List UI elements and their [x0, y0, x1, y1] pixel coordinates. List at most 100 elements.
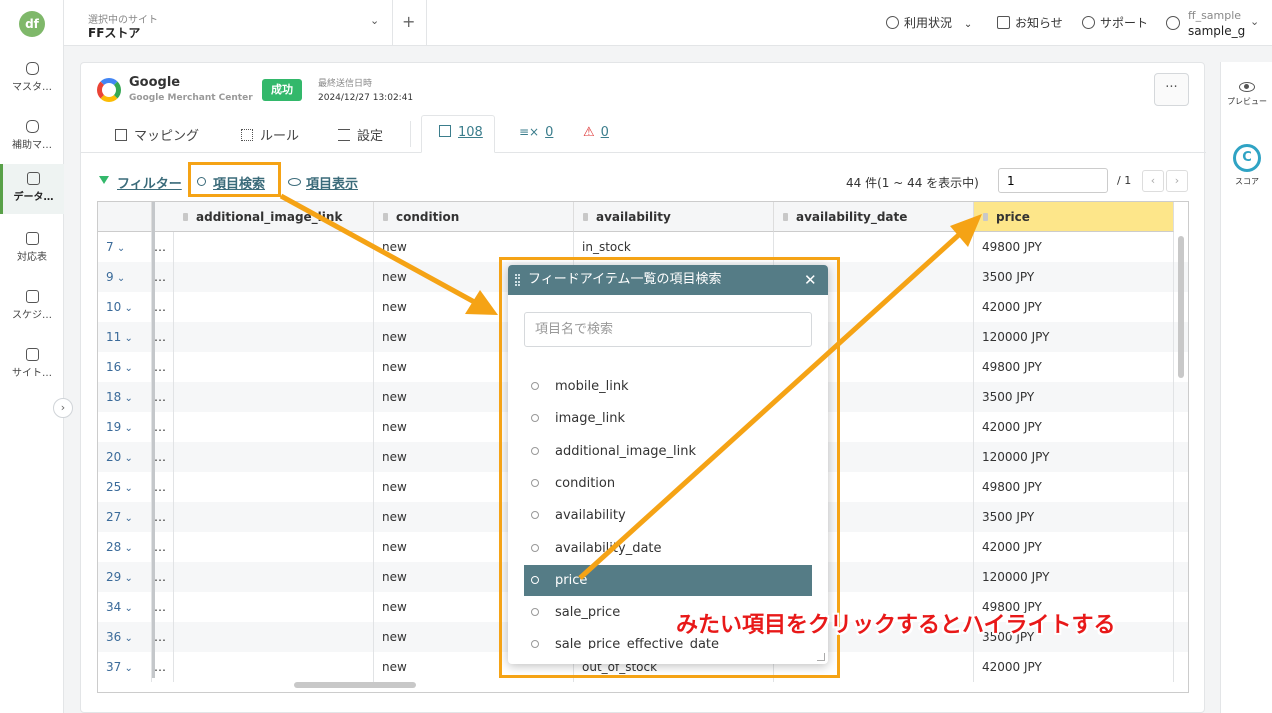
user-name[interactable]: sample_g [1188, 24, 1245, 38]
usage-label: 利用状況 [904, 16, 953, 30]
pin-icon[interactable] [583, 213, 588, 221]
add-site-button[interactable]: + [402, 12, 415, 31]
row-number[interactable]: 11 ⌄ [98, 322, 152, 352]
chevron-down-icon[interactable]: ⌄ [121, 333, 132, 344]
collapsed-cell: … [152, 262, 174, 292]
support-link[interactable]: サポート [1082, 14, 1148, 31]
chevron-down-icon[interactable]: ⌄ [121, 603, 132, 614]
row-id: 9 [106, 270, 114, 284]
row-number[interactable]: 25 ⌄ [98, 472, 152, 502]
row-number[interactable]: 37 ⌄ [98, 652, 152, 682]
nav-item-1[interactable]: 補助マ… [0, 112, 64, 162]
row-number[interactable]: 9 ⌄ [98, 262, 152, 292]
pin-icon[interactable] [183, 213, 188, 221]
chevron-down-icon[interactable]: ⌄ [121, 393, 132, 404]
chevron-down-icon[interactable]: ⌄ [121, 363, 132, 374]
collapsed-cell: … [152, 472, 174, 502]
row-number[interactable]: 16 ⌄ [98, 352, 152, 382]
collapsed-cell: … [152, 292, 174, 322]
column-header[interactable]: condition [374, 202, 574, 232]
tab-items[interactable]: 108 [439, 125, 483, 140]
chevron-down-icon[interactable]: ⌄ [114, 243, 125, 254]
check-list-icon [439, 125, 451, 137]
row-number[interactable]: 7 ⌄ [98, 232, 152, 262]
chevron-down-icon[interactable]: ⌄ [121, 573, 132, 584]
column-header-label: condition [396, 210, 460, 224]
row-number[interactable]: 34 ⌄ [98, 592, 152, 622]
chevron-down-icon[interactable]: ⌄ [121, 453, 132, 464]
cell-additional-image-link [174, 322, 374, 352]
tab-rule[interactable]: ルール [241, 125, 299, 144]
tab-mapping[interactable]: マッピング [115, 125, 199, 144]
field-display-link[interactable]: 項目表示 [306, 173, 358, 192]
collapsed-cell: … [152, 232, 174, 262]
pin-icon[interactable] [783, 213, 788, 221]
nav-item-label: 対応表 [17, 252, 47, 263]
chevron-down-icon[interactable]: ⌄ [370, 14, 379, 27]
sidebar-toggle-button[interactable]: › [53, 398, 73, 418]
nav-item-4[interactable]: スケジ… [0, 282, 64, 332]
row-id: 37 [106, 660, 122, 674]
chevron-down-icon[interactable]: ⌄ [1250, 15, 1259, 28]
nav-item-3[interactable]: 対応表 [0, 224, 64, 274]
nav-item-5[interactable]: サイト… [0, 340, 64, 390]
cell-price: 120000 JPY [974, 322, 1174, 352]
news-link[interactable]: お知らせ [997, 14, 1063, 31]
column-header[interactable]: additional_image_link [174, 202, 374, 232]
chevron-down-icon[interactable]: ⌄ [121, 303, 132, 314]
nav-item-0[interactable]: マスタ… [0, 54, 64, 104]
collapsed-cell: … [152, 442, 174, 472]
chevron-down-icon[interactable]: ⌄ [121, 423, 132, 434]
row-number[interactable]: 29 ⌄ [98, 562, 152, 592]
horizontal-scrollbar[interactable] [294, 682, 416, 688]
collapsed-column-header[interactable] [152, 202, 175, 232]
tab-excluded[interactable]: ≡× 0 [519, 125, 553, 140]
row-number[interactable]: 10 ⌄ [98, 292, 152, 322]
cell-price: 120000 JPY [974, 562, 1174, 592]
preview-button[interactable]: プレビュー [1221, 82, 1272, 107]
column-header[interactable]: price [974, 202, 1174, 232]
pin-icon[interactable] [983, 213, 988, 221]
usage-menu[interactable]: 利用状況 ⌄ [886, 14, 972, 31]
site-selector[interactable]: FFストア [88, 24, 140, 41]
user-icon[interactable] [1166, 16, 1180, 30]
nav-item-2[interactable]: データ… [0, 164, 64, 214]
document-icon [27, 172, 40, 185]
more-menu-button[interactable]: ··· [1154, 73, 1189, 106]
vertical-scrollbar[interactable] [1178, 236, 1184, 378]
app-logo[interactable]: df [19, 11, 45, 37]
pin-icon[interactable] [383, 213, 388, 221]
filter-link[interactable]: フィルター [117, 173, 182, 192]
row-number[interactable]: 20 ⌄ [98, 442, 152, 472]
cell-price: 42000 JPY [974, 532, 1174, 562]
last-sent-caption: 最終送信日時 [318, 79, 373, 89]
divider [392, 0, 393, 46]
next-page-button[interactable]: › [1166, 170, 1188, 192]
collapsed-cell: … [152, 532, 174, 562]
row-number[interactable]: 18 ⌄ [98, 382, 152, 412]
chevron-down-icon[interactable]: ⌄ [121, 663, 132, 674]
score-button[interactable]: C スコア [1221, 144, 1272, 187]
tab-settings[interactable]: 設定 [338, 125, 383, 144]
cell-additional-image-link [174, 562, 374, 592]
excluded-list-icon: ≡× [519, 125, 540, 139]
divider [410, 121, 411, 147]
column-header[interactable]: availability_date [774, 202, 974, 232]
row-number[interactable]: 36 ⌄ [98, 622, 152, 652]
cell-additional-image-link [174, 232, 374, 262]
account-id[interactable]: ff_sample [1188, 9, 1241, 22]
page-number-input[interactable] [998, 168, 1108, 193]
cell-price: 42000 JPY [974, 292, 1174, 322]
row-number[interactable]: 19 ⌄ [98, 412, 152, 442]
chevron-down-icon[interactable]: ⌄ [121, 633, 132, 644]
column-header[interactable]: availability [574, 202, 774, 232]
row-number[interactable]: 27 ⌄ [98, 502, 152, 532]
chevron-down-icon[interactable]: ⌄ [121, 543, 132, 554]
chevron-down-icon[interactable]: ⌄ [114, 273, 125, 284]
chevron-down-icon[interactable]: ⌄ [121, 483, 132, 494]
chevron-down-icon[interactable]: ⌄ [121, 513, 132, 524]
prev-page-button[interactable]: ‹ [1142, 170, 1164, 192]
row-number[interactable]: 28 ⌄ [98, 532, 152, 562]
row-id: 10 [106, 300, 122, 314]
tab-errors[interactable]: ⚠ 0 [583, 125, 609, 140]
